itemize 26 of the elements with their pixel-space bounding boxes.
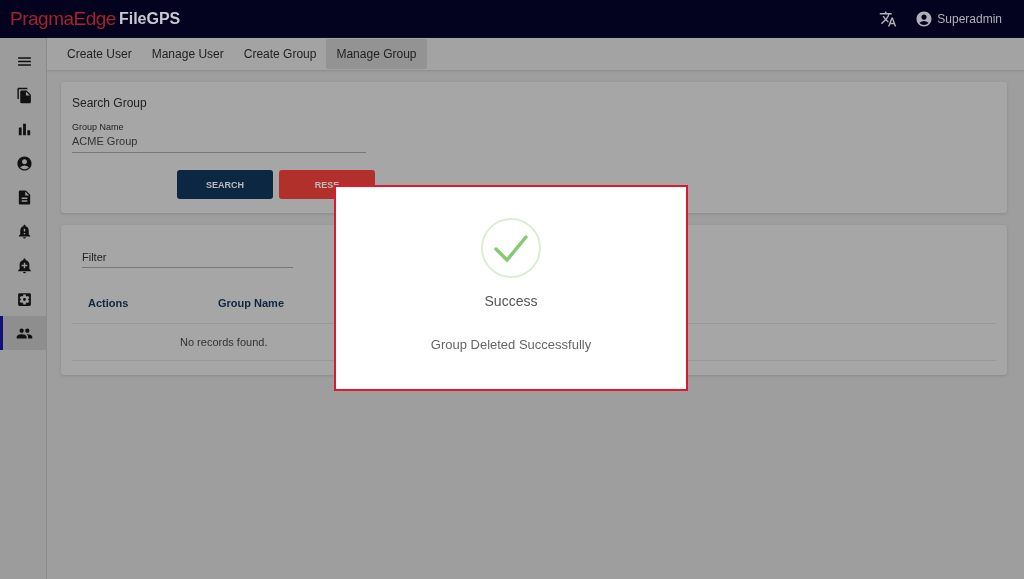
- column-header: Group Name: [218, 297, 285, 309]
- document-icon: [16, 188, 33, 206]
- tab[interactable]: Manage User: [141, 39, 234, 69]
- tab[interactable]: Create Group: [233, 39, 327, 69]
- tab[interactable]: Manage Group: [326, 39, 427, 69]
- account-icon[interactable]: [915, 10, 934, 28]
- group-name-field[interactable]: ACME Group: [72, 132, 366, 153]
- bell-plus-icon: [16, 256, 33, 274]
- translate-icon[interactable]: [879, 10, 898, 28]
- product-name: FileGPS: [118, 10, 181, 28]
- tab[interactable]: Create User: [57, 39, 142, 69]
- search-button[interactable]: SEARCH: [177, 170, 273, 199]
- dialog-title: Success: [484, 293, 538, 309]
- sidebar-item[interactable]: [0, 316, 46, 350]
- filter-field[interactable]: Filter: [82, 251, 293, 268]
- user-name[interactable]: Superadmin: [937, 12, 1002, 26]
- bell-icon: [16, 222, 33, 240]
- check-icon: [480, 217, 542, 279]
- field-label: Group Name: [72, 122, 125, 132]
- gear-icon: [16, 290, 33, 308]
- dialog-message: Group Deleted Successfully: [430, 337, 592, 352]
- account-icon: [16, 154, 33, 172]
- files-icon: [16, 86, 33, 104]
- column-header: Actions: [88, 297, 130, 309]
- brand-logo: PragmaEdge: [10, 8, 116, 30]
- card-title: Search Group: [72, 96, 148, 110]
